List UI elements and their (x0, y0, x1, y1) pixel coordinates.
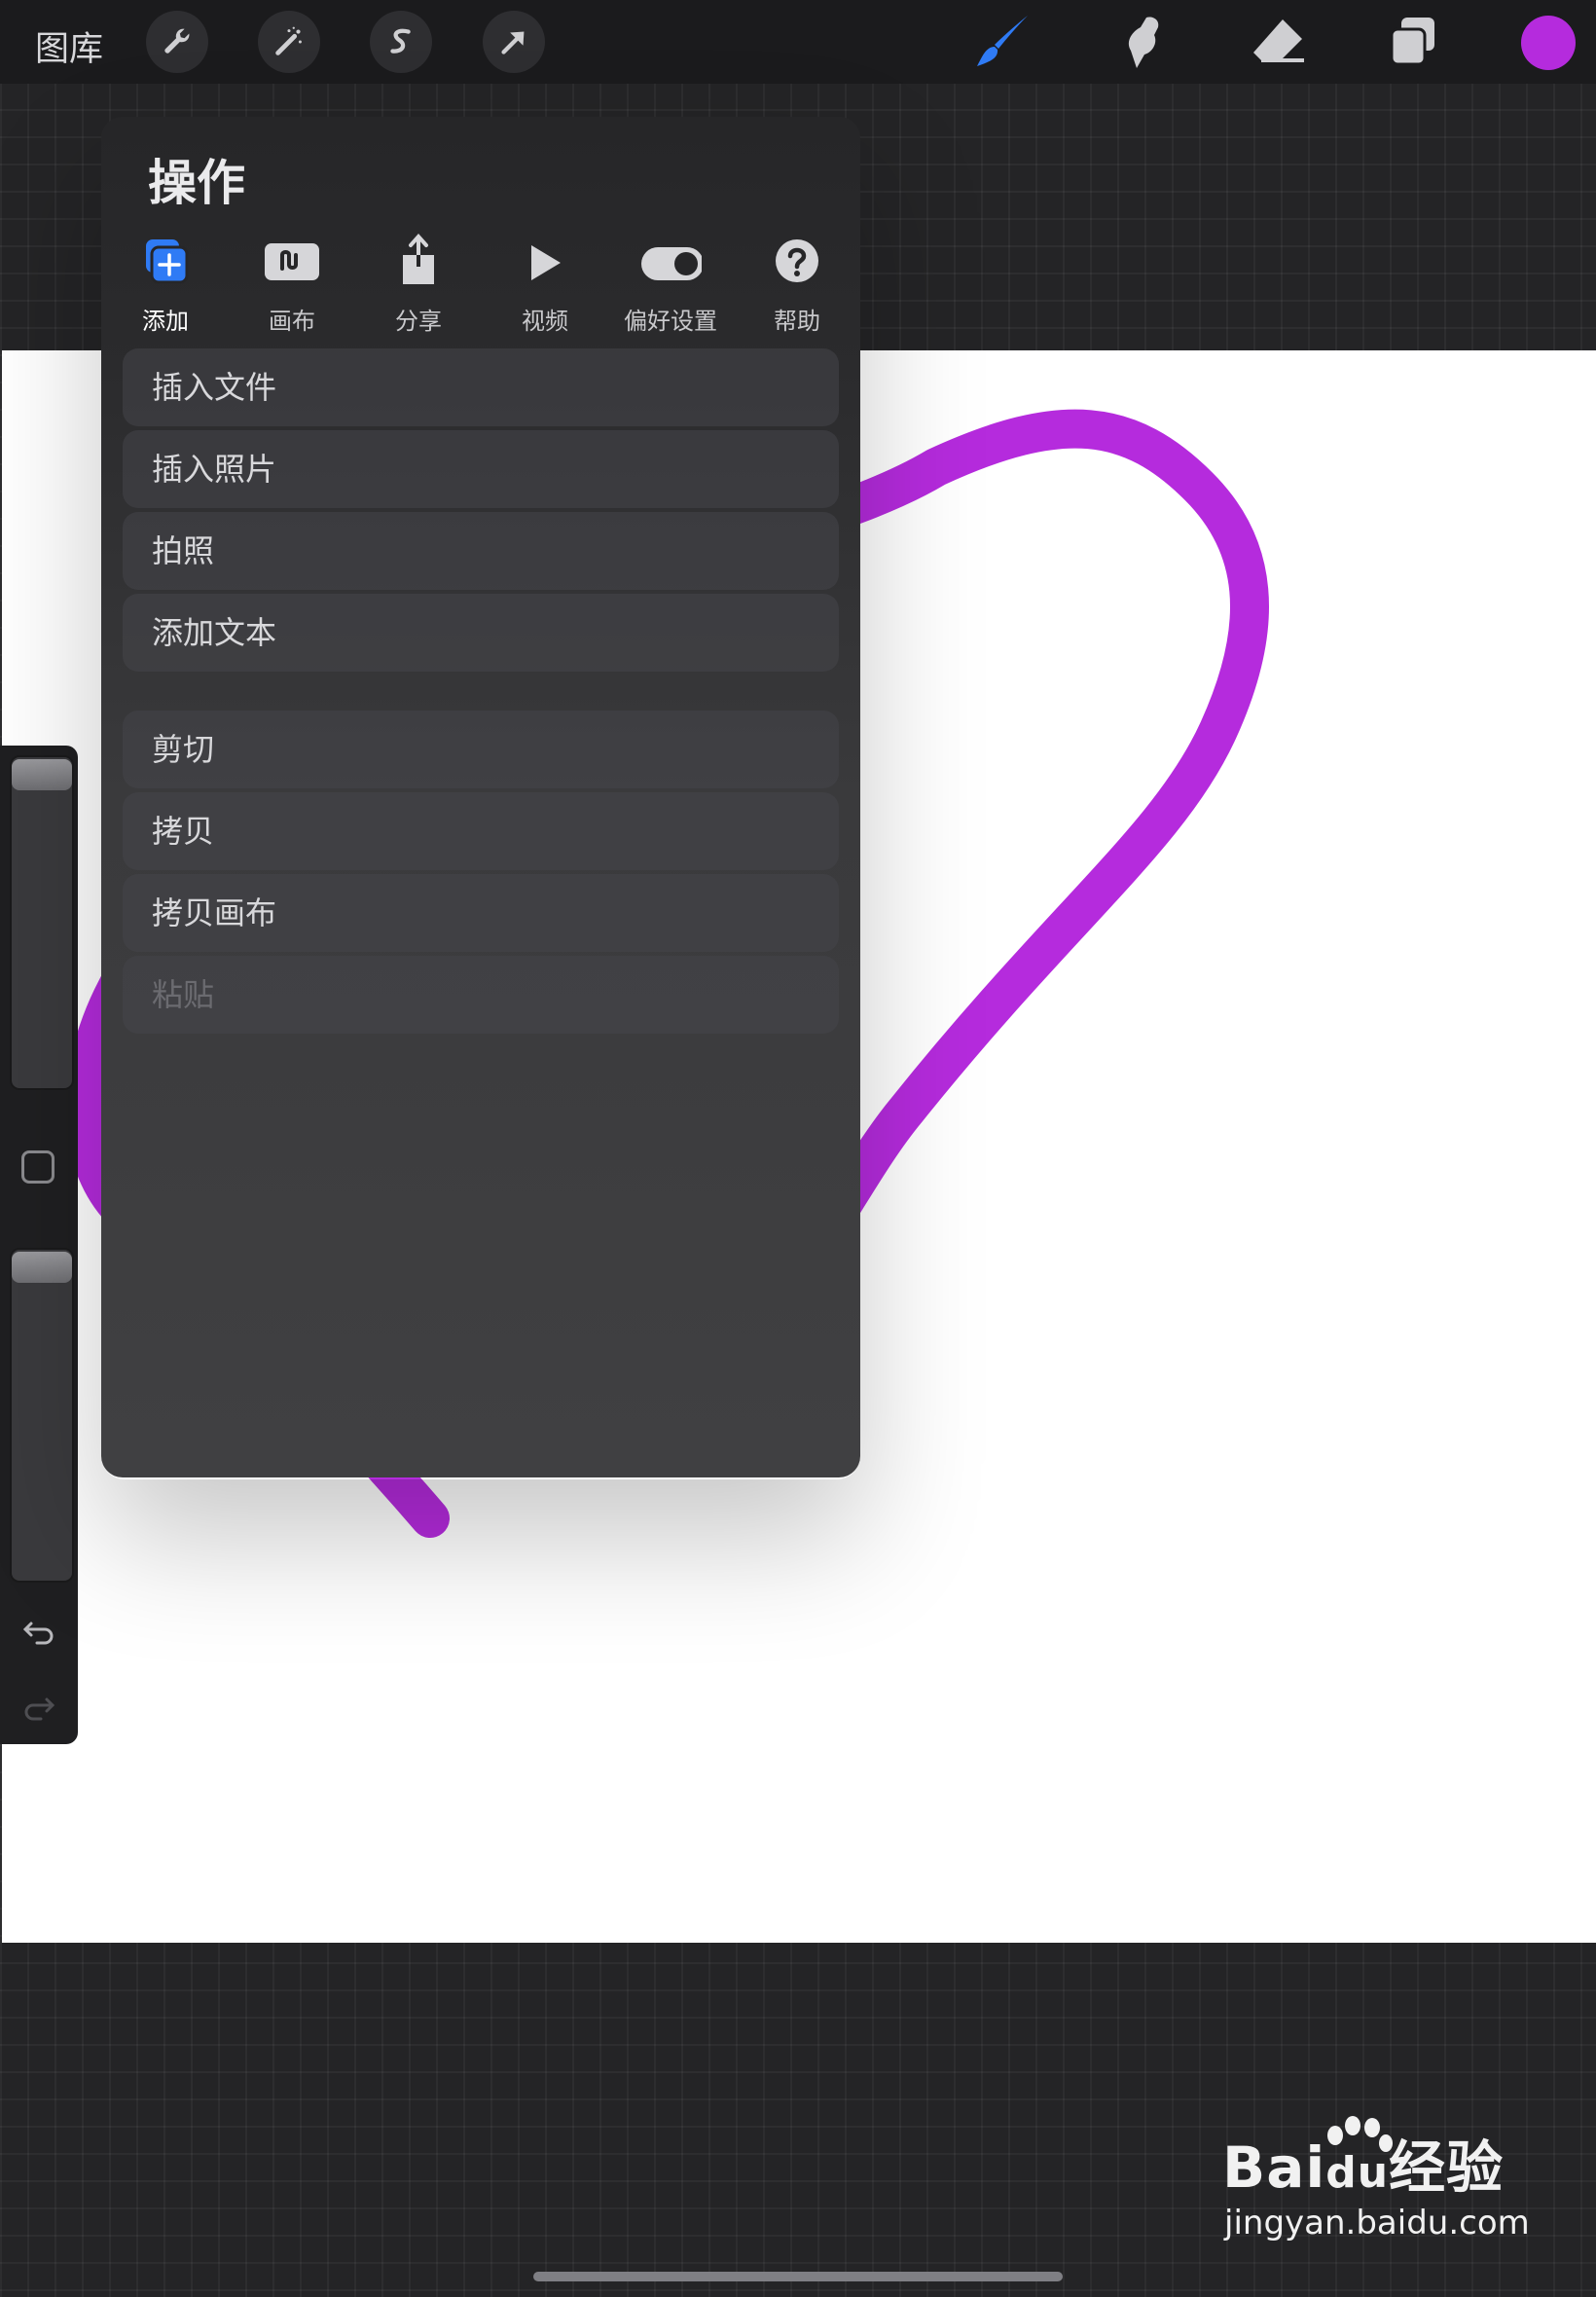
brush-size-thumb[interactable] (12, 759, 72, 790)
paste-item: 粘贴 (123, 956, 839, 1034)
tab-canvas[interactable]: 画布 (234, 224, 350, 341)
tab-label: 画布 (269, 308, 315, 335)
layers-icon[interactable] (1384, 12, 1444, 72)
add-text-item[interactable]: 添加文本 (123, 594, 839, 672)
eraser-icon[interactable] (1248, 12, 1308, 72)
gallery-button[interactable]: 图库 (35, 21, 103, 71)
share-icon (403, 233, 434, 284)
selection-s-icon[interactable] (370, 11, 432, 73)
actions-panel: 操作 添加 画布 分享 视频 偏好设置 帮助 插入文件 插入照片 拍照 添加文本… (101, 117, 860, 1477)
tab-share[interactable]: 分享 (360, 224, 477, 341)
arrow-transform-icon[interactable] (483, 11, 545, 73)
tab-label: 添加 (142, 308, 189, 335)
insert-file-item[interactable]: 插入文件 (123, 348, 839, 426)
tab-preferences[interactable]: 偏好设置 (598, 224, 744, 341)
color-picker-button[interactable] (1521, 16, 1576, 70)
tab-label: 分享 (395, 308, 442, 335)
watermark-url: jingyan.baidu.com (1224, 2204, 1530, 2242)
modify-button-icon[interactable] (21, 1150, 54, 1184)
watermark-bai: Bai (1222, 2134, 1326, 2201)
top-toolbar: 图库 (0, 0, 1596, 84)
tab-video[interactable]: 视频 (487, 224, 603, 341)
brush-icon[interactable] (973, 12, 1034, 72)
brush-size-slider[interactable] (10, 755, 74, 1090)
tab-add[interactable]: 添加 (107, 224, 224, 341)
redo-icon[interactable] (19, 1686, 58, 1725)
magic-wand-icon[interactable] (258, 11, 320, 73)
watermark-brand: Baidu经验 (1222, 2122, 1504, 2204)
wrench-icon[interactable] (146, 11, 208, 73)
undo-icon[interactable] (19, 1610, 58, 1649)
tab-label: 帮助 (774, 308, 820, 335)
tab-help[interactable]: 帮助 (739, 224, 855, 341)
watermark-du: du (1325, 2148, 1390, 2198)
help-icon (776, 239, 818, 282)
left-sidebar (0, 746, 78, 1744)
smudge-icon[interactable] (1111, 12, 1172, 72)
toggle-icon (641, 247, 702, 280)
copy-item[interactable]: 拷贝 (123, 792, 839, 870)
tab-label: 视频 (522, 308, 568, 335)
insert-photo-item[interactable]: 插入照片 (123, 430, 839, 508)
copy-canvas-item[interactable]: 拷贝画布 (123, 874, 839, 952)
play-icon (531, 245, 561, 280)
add-layer-icon (146, 239, 189, 284)
canvas-icon (265, 243, 319, 280)
home-indicator[interactable] (533, 2272, 1063, 2281)
baidu-watermark: Baidu经验 jingyan.baidu.com (1222, 2116, 1530, 2258)
take-photo-item[interactable]: 拍照 (123, 512, 839, 590)
opacity-thumb[interactable] (12, 1252, 72, 1283)
tab-label: 偏好设置 (624, 308, 717, 335)
panel-title: 操作 (148, 155, 245, 211)
watermark-jingyan: 经验 (1389, 2134, 1505, 2201)
opacity-slider[interactable] (10, 1248, 74, 1583)
cut-item[interactable]: 剪切 (123, 711, 839, 788)
